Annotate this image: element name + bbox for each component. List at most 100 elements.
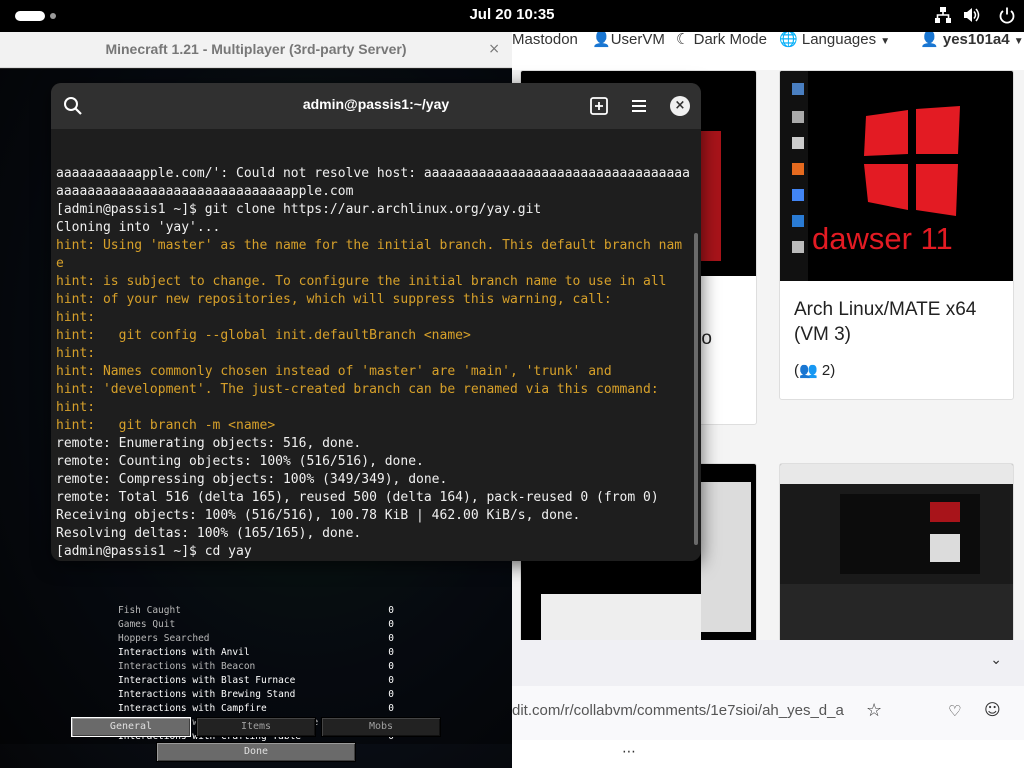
terminal-line: hint: is subject to change. To configure… <box>56 274 667 289</box>
moon-icon: ☾ <box>676 32 690 48</box>
chevron-down-icon[interactable]: ⌄ <box>990 652 1002 668</box>
stat-value: 0 <box>388 633 394 644</box>
menu-icon[interactable] <box>627 94 651 118</box>
minecraft-window-title: Minecraft 1.21 - Multiplayer (3rd-party … <box>105 41 407 57</box>
stat-row: Interactions with Anvil 0 <box>118 646 408 660</box>
browser-status-bar: ⋯ <box>512 740 1024 768</box>
terminal-line: hint: <box>56 310 96 325</box>
stat-value: 0 <box>388 675 394 686</box>
pocket-icon[interactable]: ♡ <box>948 702 961 720</box>
account-icon[interactable]: ☺ <box>984 700 1001 719</box>
user-icon: 👤 <box>920 32 939 48</box>
tab-mobs[interactable]: Mobs <box>321 717 441 737</box>
url-text[interactable]: dit.com/r/collabvm/comments/1e7sioi/ah_y… <box>512 702 844 719</box>
terminal-line: hint: 'development'. The just-created br… <box>56 382 659 397</box>
vm-card[interactable] <box>779 463 1014 648</box>
stat-name: Interactions with Brewing Stand <box>118 689 296 700</box>
terminal-line: hint: git config --global init.defaultBr… <box>56 328 471 343</box>
terminal-line: hint: of your new repositories, which wi… <box>56 292 612 307</box>
terminal-line: hint: Using 'master' as the name for the… <box>56 238 683 253</box>
terminal-line: aaaaaaaaaaaaaaaaaaaaaaaaaaaaaapple.com <box>56 184 354 199</box>
nav-darkmode[interactable]: ☾ Dark Mode <box>676 32 767 48</box>
terminal-line: remote: Enumerating objects: 516, done. <box>56 436 362 451</box>
vm-card[interactable]: dawser 11 Arch Linux/MATE x64 (VM 3) (👥 … <box>779 70 1014 400</box>
stat-value: 0 <box>388 605 394 616</box>
stat-row: Interactions with Brewing Stand 0 <box>118 688 408 702</box>
vm-thumbnail <box>780 464 1013 647</box>
terminal-line: remote: Total 516 (delta 165), reused 50… <box>56 490 659 505</box>
stat-name: Interactions with Blast Furnace <box>118 675 296 686</box>
collabvm-navbar: Mastodon 👤UserVM ☾ Dark Mode 🌐 Languages… <box>512 32 1024 70</box>
nav-user-menu[interactable]: 👤 yes101a4 ▼ <box>920 32 1024 48</box>
user-icon: 👤 <box>592 32 611 48</box>
caret-down-icon: ▼ <box>1013 36 1024 47</box>
terminal-line: remote: Counting objects: 100% (516/516)… <box>56 454 424 469</box>
terminal-line: hint: Names commonly chosen instead of '… <box>56 364 612 379</box>
stat-row: Fish Caught 0 <box>118 604 408 618</box>
terminal-output[interactable]: aaaaaaaaaaapple.com/': Could not resolve… <box>56 129 692 561</box>
terminal-line: hint: git branch -m <name> <box>56 418 276 433</box>
more-icon[interactable]: ⋯ <box>622 744 636 760</box>
terminal-lines: aaaaaaaaaaapple.com/': Could not resolve… <box>56 165 692 561</box>
terminal-close-button[interactable]: × <box>670 96 690 116</box>
top-bar: Jul 20 10:35 <box>0 0 1024 32</box>
vm-thumb-text: dawser 11 <box>812 221 953 256</box>
users-icon: 👥 <box>799 362 818 379</box>
terminal-line: remote: Compressing objects: 100% (349/3… <box>56 472 448 487</box>
terminal-line: Cloning into 'yay'... <box>56 220 221 235</box>
clock[interactable]: Jul 20 10:35 <box>0 6 1024 23</box>
vm-thumbnail: dawser 11 <box>780 71 1013 281</box>
vm-user-count: (👥 2) <box>794 362 836 379</box>
done-button[interactable]: Done <box>156 742 356 762</box>
network-icon[interactable] <box>934 6 952 24</box>
browser-tab-strip: ⌄ <box>512 640 1024 686</box>
stat-value: 0 <box>388 661 394 672</box>
tab-items[interactable]: Items <box>196 717 316 737</box>
nav-user-label: yes101a4 <box>942 32 1010 48</box>
stat-row: Hoppers Searched 0 <box>118 632 408 646</box>
vm-title: Arch Linux/MATE x64 (VM 3) <box>794 299 977 345</box>
stat-name: Hoppers Searched <box>118 633 210 644</box>
globe-icon: 🌐 <box>779 32 798 48</box>
terminal-line: e <box>56 256 64 271</box>
nav-uservm-label: UserVM <box>610 32 665 48</box>
minecraft-close-button[interactable]: × <box>488 41 500 57</box>
url-bar[interactable]: dit.com/r/collabvm/comments/1e7sioi/ah_y… <box>512 686 1024 740</box>
terminal-line: hint: <box>56 400 96 415</box>
stat-value: 0 <box>388 647 394 658</box>
nav-languages-label: Languages <box>801 32 877 48</box>
terminal-line: Resolving deltas: 100% (165/165), done. <box>56 526 362 541</box>
stat-name: Interactions with Beacon <box>118 661 256 672</box>
stat-value: 0 <box>388 619 394 630</box>
nav-languages[interactable]: 🌐 Languages ▼ <box>779 32 890 48</box>
stat-row: Interactions with Campfire 0 <box>118 702 408 716</box>
nav-darkmode-label: Dark Mode <box>693 32 767 48</box>
stat-row: Interactions with Blast Furnace 0 <box>118 674 408 688</box>
terminal-line: Receiving objects: 100% (516/516), 100.7… <box>56 508 581 523</box>
nav-uservm[interactable]: 👤UserVM <box>592 32 665 48</box>
bookmark-star-icon[interactable]: ☆ <box>866 700 882 721</box>
stat-row: Interactions with Beacon 0 <box>118 660 408 674</box>
stat-name: Fish Caught <box>118 605 181 616</box>
stat-value: 0 <box>388 689 394 700</box>
stat-value: 0 <box>388 703 394 714</box>
stat-row: Games Quit 0 <box>118 618 408 632</box>
terminal-scrollbar[interactable] <box>694 233 698 545</box>
terminal-window: admin@passis1:~/yay × aaaaaaaaaaapple.co… <box>51 83 701 561</box>
terminal-headerbar[interactable]: admin@passis1:~/yay × <box>51 83 701 129</box>
volume-icon[interactable] <box>962 6 980 24</box>
terminal-line: [admin@passis1 ~]$ git clone https://aur… <box>56 202 542 217</box>
minecraft-titlebar[interactable]: Minecraft 1.21 - Multiplayer (3rd-party … <box>0 32 512 68</box>
nav-mastodon[interactable]: Mastodon <box>512 32 578 48</box>
terminal-line: aaaaaaaaaaapple.com/': Could not resolve… <box>56 166 690 181</box>
terminal-line: [admin@passis1 ~]$ cd yay <box>56 544 252 559</box>
stat-name: Games Quit <box>118 619 176 630</box>
new-tab-icon[interactable] <box>587 94 611 118</box>
terminal-line: hint: <box>56 346 96 361</box>
power-icon[interactable] <box>998 6 1016 24</box>
caret-down-icon: ▼ <box>880 36 891 47</box>
vm-logo <box>864 106 960 216</box>
vm-user-count-value: 2 <box>821 362 831 379</box>
tab-general[interactable]: General <box>71 717 191 737</box>
stat-name: Interactions with Campfire <box>118 703 267 714</box>
